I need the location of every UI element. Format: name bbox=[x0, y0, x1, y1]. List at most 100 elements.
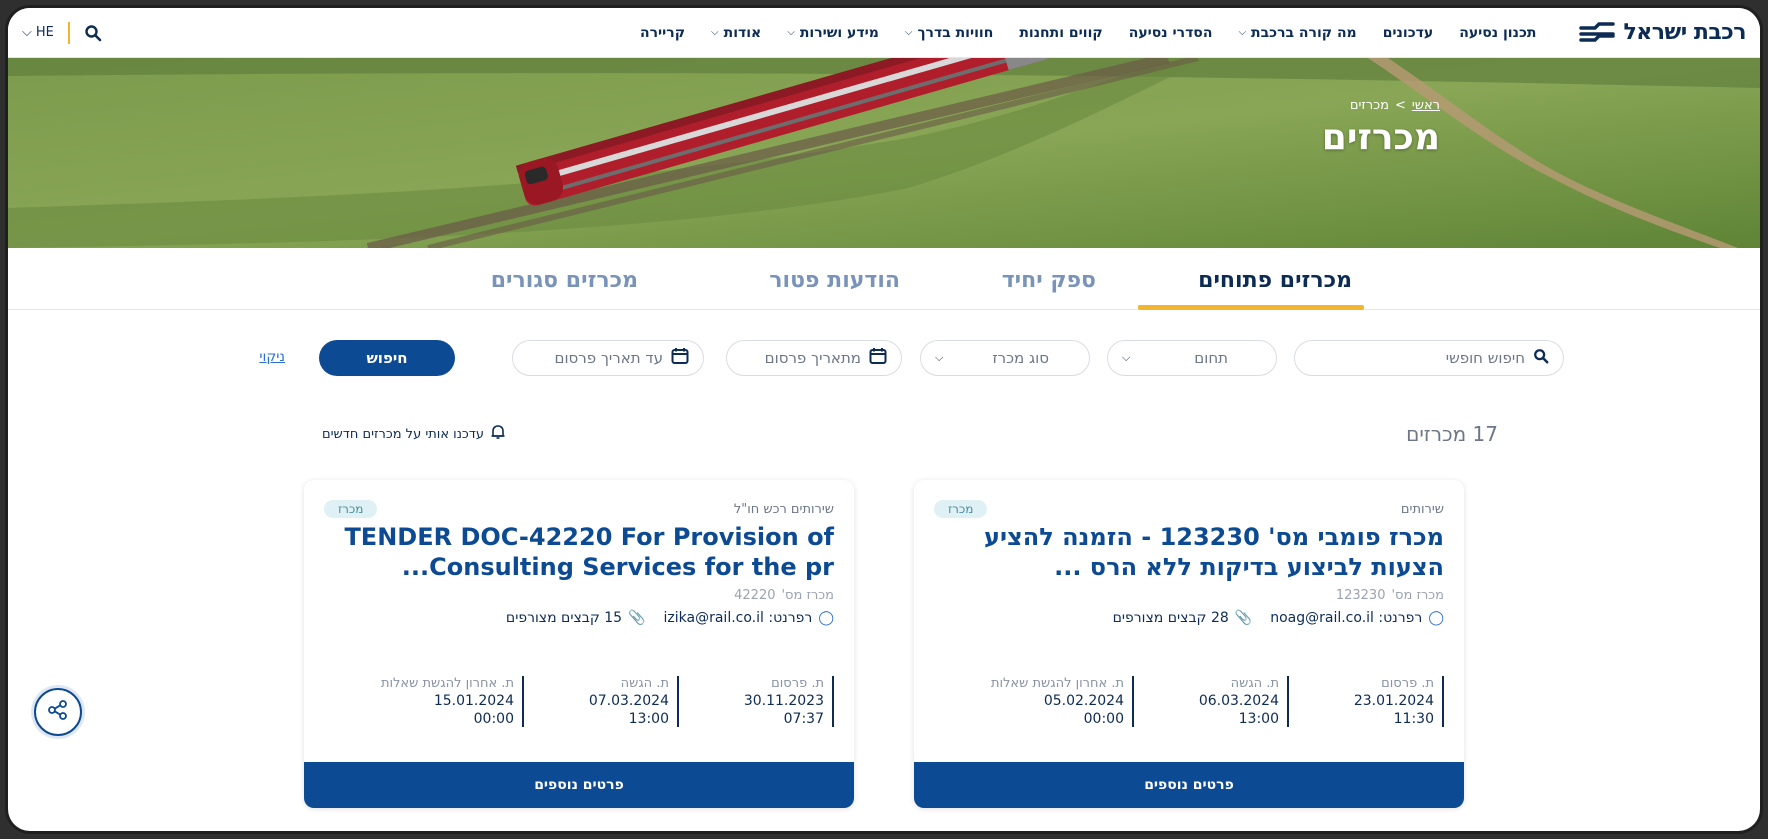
user-icon: ◯ bbox=[818, 610, 834, 626]
tab-closed-tenders[interactable]: מכרזים סגורים bbox=[491, 268, 638, 293]
tender-number-value: 123230 bbox=[1335, 588, 1386, 603]
tender-type-select[interactable]: סוג מכרז ⌵ bbox=[920, 340, 1090, 376]
language-selector[interactable]: ⌵ HE bbox=[22, 25, 54, 40]
tender-title[interactable]: מכרז פומבי מס' 123230 - הזמנה להציע הצעו… bbox=[944, 522, 1444, 582]
tender-card: שירותים מכרז מכרז פומבי מס' 123230 - הזמ… bbox=[914, 480, 1464, 808]
time-value: 13:00 bbox=[1238, 711, 1279, 727]
nav-item-label: עדכונים bbox=[1382, 24, 1434, 41]
date-label: ת. אחרון להגשת שאלות bbox=[990, 676, 1124, 691]
hero-text: ראשי > מכרזים מכרזים bbox=[1322, 98, 1440, 158]
tender-card: שירותים רכש חו"ל מכרז TENDER DOC-42220 F… bbox=[304, 480, 854, 808]
notify-new-tenders-link[interactable]: עדכנו אותי על מכרזים חדשים bbox=[322, 424, 506, 444]
nav-item-label: חוויות בדרך bbox=[917, 24, 994, 41]
breadcrumb-home-link[interactable]: ראשי bbox=[1412, 98, 1440, 113]
date-label: ת. הגשה bbox=[1230, 676, 1279, 691]
contact-info[interactable]: ◯ רפרנט: noag@rail.co.il bbox=[1270, 610, 1444, 626]
chevron-down-icon: ⌵ bbox=[904, 27, 913, 38]
search-button[interactable]: חיפוש bbox=[319, 340, 455, 376]
notify-label: עדכנו אותי על מכרזים חדשים bbox=[322, 426, 485, 442]
attachments-info[interactable]: 📎 28 קבצים מצורפים bbox=[1113, 610, 1253, 626]
to-date-label: עד תאריך פרסום bbox=[554, 349, 664, 367]
from-date-picker[interactable]: מתאריך פרסום bbox=[726, 340, 902, 376]
questions-deadline: ת. אחרון להגשת שאלות 05.02.2024 00:00 bbox=[979, 676, 1134, 727]
filter-bar: חיפוש חופשי תחום ⌵ סוג מכרז ⌵ מתאריך פרס… bbox=[8, 340, 1760, 376]
time-value: 13:00 bbox=[628, 711, 669, 727]
attachments-text: 15 קבצים מצורפים bbox=[505, 610, 623, 626]
questions-deadline: ת. אחרון להגשת שאלות 15.01.2024 00:00 bbox=[369, 676, 524, 727]
nav-item[interactable]: תכנון נסיעה bbox=[1446, 25, 1549, 41]
submission-date: ת. הגשה 07.03.2024 13:00 bbox=[524, 676, 679, 727]
submission-date: ת. הגשה 06.03.2024 13:00 bbox=[1134, 676, 1289, 727]
results-count: 17 מכרזים bbox=[1406, 422, 1498, 446]
share-icon bbox=[47, 699, 69, 725]
date-value: 23.01.2024 bbox=[1353, 693, 1434, 709]
share-button[interactable] bbox=[34, 688, 82, 736]
domain-select[interactable]: תחום ⌵ bbox=[1107, 340, 1277, 376]
tender-title[interactable]: TENDER DOC-42220 For Provision of Consul… bbox=[334, 522, 834, 582]
tender-type-label: סוג מכרז bbox=[992, 349, 1049, 367]
language-label: HE bbox=[35, 25, 54, 40]
nav-item[interactable]: קריירה bbox=[627, 25, 698, 41]
tender-meta: ◯ רפרנט: noag@rail.co.il 📎 28 קבצים מצור… bbox=[1113, 610, 1444, 626]
from-date-label: מתאריך פרסום bbox=[764, 349, 861, 367]
active-tab-indicator bbox=[1138, 305, 1364, 310]
breadcrumb-separator: > bbox=[1394, 98, 1406, 113]
train-landscape-image bbox=[8, 58, 1760, 248]
nav-item[interactable]: אודות ⌵ bbox=[698, 25, 774, 41]
tender-number-label: מכרז מס' bbox=[1391, 588, 1444, 603]
tender-dates: ת. פרסום 30.11.2023 07:37 ת. הגשה 07.03.… bbox=[369, 676, 834, 727]
chevron-down-icon: ⌵ bbox=[935, 351, 944, 364]
date-label: ת. הגשה bbox=[620, 676, 669, 691]
time-value: 07:37 bbox=[783, 711, 824, 727]
nav-item[interactable]: קווים ותחנות bbox=[1006, 25, 1115, 41]
attachments-text: 28 קבצים מצורפים bbox=[1112, 610, 1229, 626]
tender-badge: מכרז bbox=[324, 500, 378, 518]
attachments-info[interactable]: 📎 15 קבצים מצורפים bbox=[506, 610, 646, 626]
divider bbox=[67, 21, 70, 44]
to-date-picker[interactable]: עד תאריך פרסום bbox=[512, 340, 704, 376]
tender-category: שירותים bbox=[1400, 502, 1444, 517]
tab-single-supplier[interactable]: ספק יחיד bbox=[1002, 268, 1096, 293]
search-icon[interactable] bbox=[84, 24, 102, 42]
nav-item[interactable]: עדכונים bbox=[1370, 25, 1447, 41]
clear-filters-link[interactable]: ניקוי bbox=[259, 349, 285, 365]
chevron-down-icon: ⌵ bbox=[22, 25, 32, 40]
logo[interactable]: רכבת ישראל bbox=[1579, 20, 1746, 45]
main-menu: תכנון נסיעה עדכונים מה קורה ברכבת ⌵ הסדרי נס… bbox=[627, 25, 1549, 41]
nav-item[interactable]: מידע ושירות ⌵ bbox=[774, 25, 892, 41]
chevron-down-icon: ⌵ bbox=[787, 27, 795, 38]
nav-item-label: מידע ושירות bbox=[799, 24, 879, 41]
logo-mark-icon bbox=[1579, 21, 1616, 44]
date-label: ת. אחרון להגשת שאלות bbox=[380, 676, 514, 691]
paperclip-icon: 📎 bbox=[1234, 610, 1253, 626]
breadcrumb-current: מכרזים bbox=[1349, 98, 1389, 113]
calendar-icon bbox=[671, 347, 689, 369]
nav-item-label: קווים ותחנות bbox=[1019, 24, 1103, 41]
tab-exemption-notices[interactable]: הודעות פטור bbox=[769, 268, 900, 293]
search-icon bbox=[1533, 348, 1549, 368]
date-value: 05.02.2024 bbox=[1043, 693, 1124, 709]
calendar-icon bbox=[869, 347, 887, 369]
tender-dates: ת. פרסום 23.01.2024 11:30 ת. הגשה 06.03.… bbox=[979, 676, 1444, 727]
tab-open-tenders[interactable]: מכרזים פתוחים bbox=[1198, 268, 1352, 293]
publish-date: ת. פרסום 23.01.2024 11:30 bbox=[1289, 676, 1444, 727]
date-value: 06.03.2024 bbox=[1198, 693, 1279, 709]
bell-icon bbox=[490, 424, 506, 444]
nav-item[interactable]: חוויות בדרך ⌵ bbox=[892, 25, 1006, 41]
contact-text: רפרנט: izika@rail.co.il bbox=[663, 610, 813, 626]
date-label: ת. פרסום bbox=[771, 676, 824, 691]
more-details-button[interactable]: פרטים נוספים bbox=[914, 762, 1464, 808]
nav-item[interactable]: מה קורה ברכבת ⌵ bbox=[1225, 25, 1369, 41]
more-details-button[interactable]: פרטים נוספים bbox=[304, 762, 854, 808]
tender-tabs: מכרזים פתוחים ספק יחיד הודעות פטור מכרזי… bbox=[8, 248, 1760, 310]
contact-info[interactable]: ◯ רפרנט: izika@rail.co.il bbox=[664, 610, 834, 626]
time-value: 00:00 bbox=[1083, 711, 1124, 727]
nav-item[interactable]: הסדרי נסיעה bbox=[1116, 25, 1226, 41]
nav-item-label: קריירה bbox=[640, 24, 686, 41]
chevron-down-icon: ⌵ bbox=[711, 27, 719, 38]
tender-number: מכרז מס' 123230 bbox=[1336, 588, 1444, 603]
tender-number: מכרז מס' 42220 bbox=[734, 588, 834, 603]
date-label: ת. פרסום bbox=[1381, 676, 1434, 691]
free-search-input[interactable]: חיפוש חופשי bbox=[1294, 340, 1564, 376]
nav-item-label: הסדרי נסיעה bbox=[1128, 24, 1213, 41]
